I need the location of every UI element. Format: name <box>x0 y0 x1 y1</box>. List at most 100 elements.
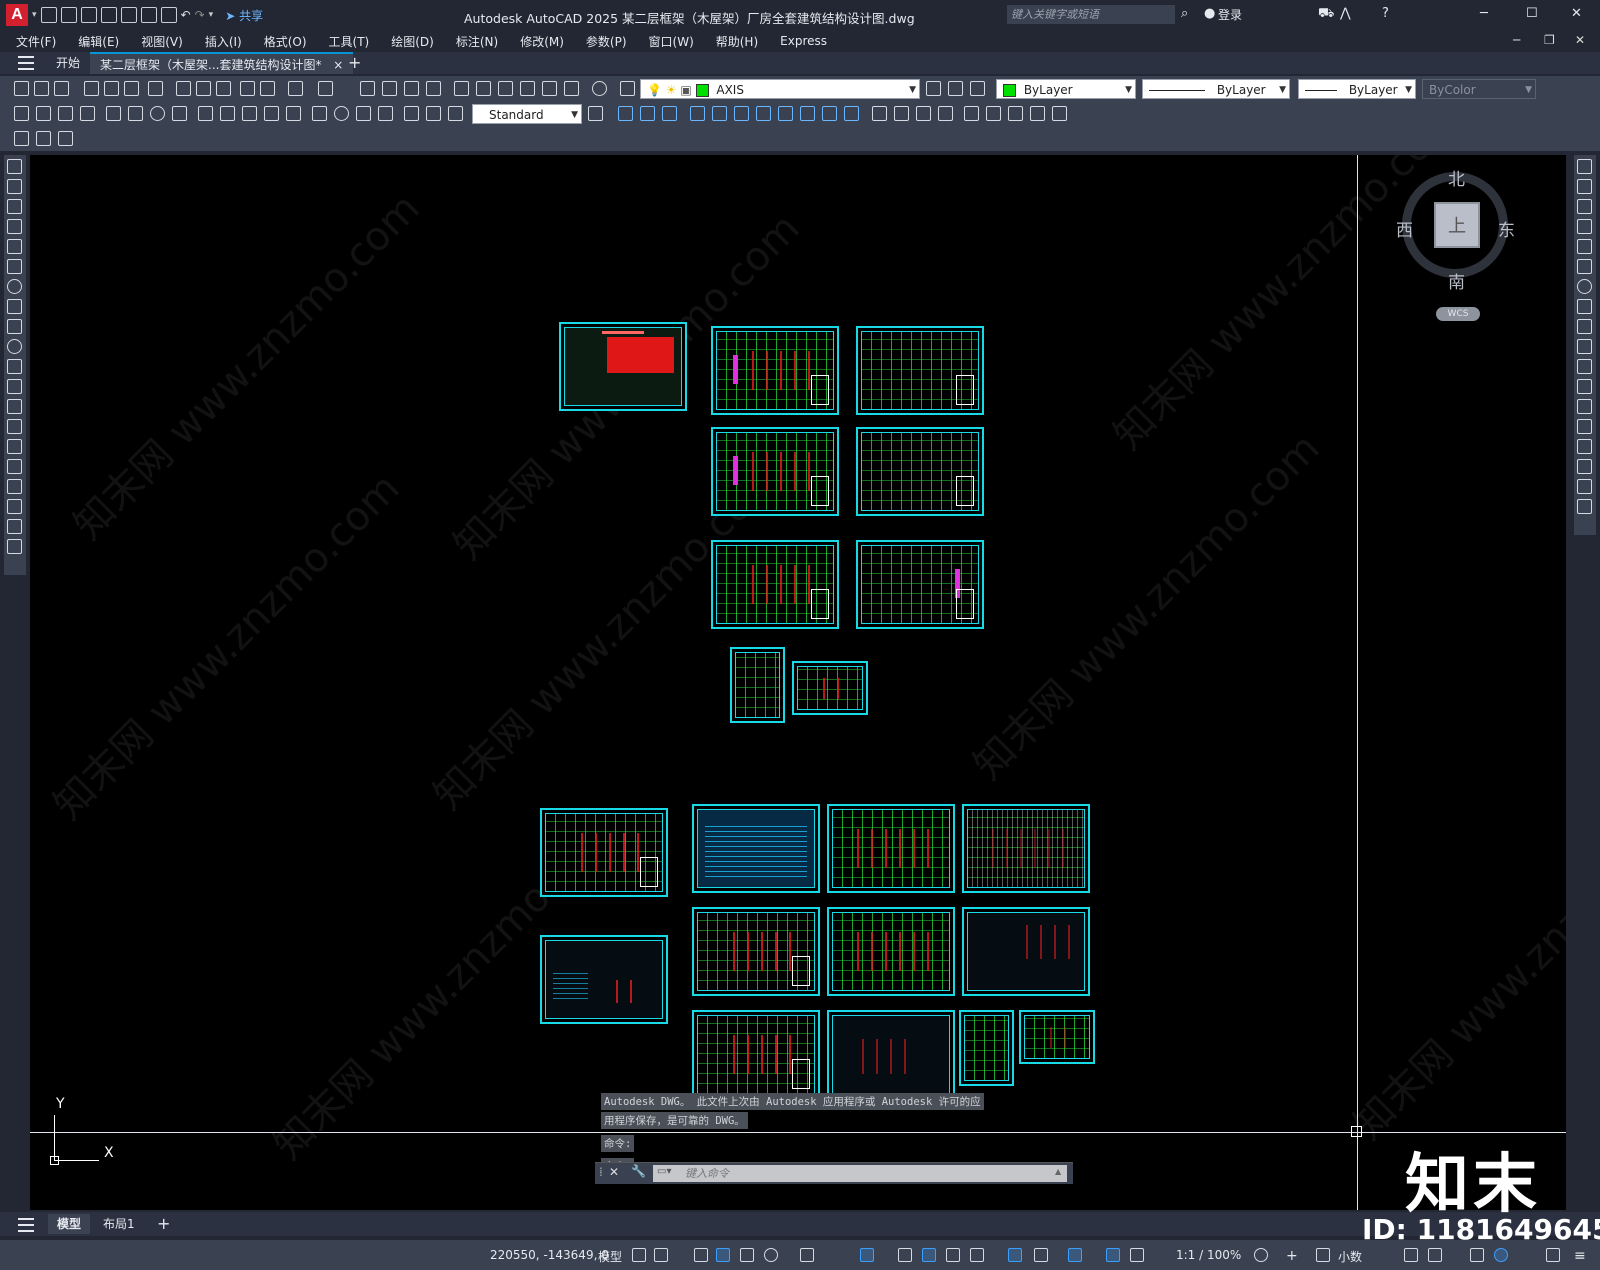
dim-space-icon[interactable] <box>264 106 279 121</box>
drawing-sheet[interactable] <box>692 907 820 996</box>
drawing-sheet[interactable] <box>730 647 785 723</box>
intersect-icon[interactable] <box>822 106 837 121</box>
zoom-realtime-icon[interactable] <box>382 81 397 96</box>
conceptual-icon[interactable] <box>938 106 953 121</box>
drawing-sheet[interactable] <box>962 804 1090 893</box>
minimize-icon[interactable]: ─ <box>1480 6 1488 21</box>
publish-icon[interactable] <box>124 81 139 96</box>
drawing-sheet[interactable] <box>827 1010 955 1099</box>
drawing-sheet[interactable] <box>711 427 839 516</box>
lock-ui-icon[interactable] <box>1428 1248 1442 1262</box>
layer-properties-icon[interactable] <box>620 81 635 96</box>
stretch-icon[interactable] <box>1577 319 1592 334</box>
design-center-icon[interactable] <box>476 81 491 96</box>
tolerance-icon[interactable] <box>312 106 327 121</box>
linetype-dropdown[interactable]: ByLayer ▼ <box>1142 79 1290 99</box>
dynamic-input-icon[interactable] <box>716 1248 730 1262</box>
3d-print-icon[interactable] <box>148 81 163 96</box>
tab-document[interactable]: 某二层框架（木屋架...套建筑结构设计图* × <box>90 52 354 74</box>
hamburger-menu-icon[interactable] <box>18 56 34 74</box>
user-icon[interactable]: ● <box>1204 6 1215 21</box>
clean-screen-icon[interactable] <box>1546 1248 1560 1262</box>
scale-icon[interactable] <box>1577 299 1592 314</box>
close-command-line-icon[interactable]: ✕ <box>609 1165 619 1179</box>
drawing-sheet[interactable] <box>962 907 1090 996</box>
ucs-previous-icon[interactable] <box>1008 106 1023 121</box>
aligned-dim-icon[interactable] <box>36 106 51 121</box>
drawing-sheet[interactable] <box>827 907 955 996</box>
dimstyle-manager-icon[interactable] <box>588 106 603 121</box>
sweep-icon[interactable] <box>734 106 749 121</box>
loft-icon[interactable] <box>756 106 771 121</box>
table-icon[interactable] <box>7 499 22 514</box>
menu-insert[interactable]: 插入(I) <box>205 33 242 50</box>
menu-dimension[interactable]: 标注(N) <box>456 33 498 50</box>
redo-icon[interactable] <box>318 81 333 96</box>
rectangle-icon[interactable] <box>7 239 22 254</box>
customize-wrench-icon[interactable]: 🔧 <box>631 1164 646 1178</box>
search-icon[interactable]: ⌕ <box>1181 6 1188 21</box>
color-dropdown[interactable]: ByLayer ▼ <box>996 79 1136 99</box>
grid-icon[interactable] <box>632 1248 646 1262</box>
infer-constraints-icon[interactable] <box>694 1248 708 1262</box>
revolve-icon[interactable] <box>712 106 727 121</box>
recent-commands-icon[interactable]: ▭▾ <box>657 1166 671 1177</box>
app-menu-chevron-icon[interactable]: ▾ <box>32 10 37 20</box>
doc-close-icon[interactable]: ✕ <box>1575 33 1585 47</box>
undo-icon[interactable] <box>288 81 303 96</box>
tab-start[interactable]: 开始 <box>46 52 90 74</box>
arc-icon[interactable] <box>7 259 22 274</box>
shaded-icon[interactable] <box>894 106 909 121</box>
history-toggle-icon[interactable]: ▲ <box>1055 1167 1061 1176</box>
make-current-layer-icon[interactable] <box>926 81 941 96</box>
pan-icon[interactable] <box>360 81 375 96</box>
layer-dropdown[interactable]: 💡 ☀ ▣ AXIS ▼ <box>640 79 920 99</box>
open-file-icon[interactable] <box>60 7 77 23</box>
block-insert-icon[interactable] <box>14 131 29 146</box>
transparency-icon[interactable] <box>922 1248 936 1262</box>
share-button[interactable]: ➤ 共享 <box>225 7 263 24</box>
visual-style-icon[interactable] <box>872 106 887 121</box>
export-icon[interactable] <box>120 7 137 23</box>
gradient-icon[interactable] <box>7 459 22 474</box>
autodesk-app-icon[interactable]: ⋀ <box>1340 6 1351 21</box>
join-icon[interactable] <box>1577 419 1592 434</box>
annotation-monitor-icon[interactable]: + <box>1286 1248 1298 1264</box>
annotation-scale[interactable]: 1:1 / 100% <box>1176 1248 1241 1262</box>
paste-icon[interactable] <box>216 81 231 96</box>
menu-draw[interactable]: 绘图(D) <box>391 33 434 50</box>
menu-parametric[interactable]: 参数(P) <box>586 33 627 50</box>
ucs-object-icon[interactable] <box>1052 106 1067 121</box>
drawing-sheet[interactable] <box>856 540 984 629</box>
plotstyle-dropdown[interactable]: ByColor ▼ <box>1422 79 1536 99</box>
ellipse-icon[interactable] <box>7 339 22 354</box>
dim-text-edit-icon[interactable] <box>426 106 441 121</box>
explode-icon[interactable] <box>1577 499 1592 514</box>
layer-state-icon[interactable] <box>970 81 985 96</box>
continue-dim-icon[interactable] <box>242 106 257 121</box>
inspection-icon[interactable] <box>356 106 371 121</box>
array-icon[interactable] <box>1577 239 1592 254</box>
diameter-dim-icon[interactable] <box>150 106 165 121</box>
block-write-icon[interactable] <box>58 131 73 146</box>
drawing-sheet[interactable] <box>792 661 868 715</box>
customize-chevron-icon[interactable]: ▾ <box>209 10 214 20</box>
viewcube-top-face[interactable]: 上 <box>1434 202 1480 248</box>
move-icon[interactable] <box>1577 259 1592 274</box>
ellipse-arc-icon[interactable] <box>7 359 22 374</box>
drawing-sheet[interactable] <box>540 935 668 1024</box>
drawing-sheet[interactable] <box>856 427 984 516</box>
jogged-linear-icon[interactable] <box>378 106 393 121</box>
properties-icon[interactable] <box>454 81 469 96</box>
drawing-sheet[interactable] <box>827 804 955 893</box>
sphere-icon[interactable] <box>640 106 655 121</box>
drawing-sheet[interactable] <box>959 1010 1014 1086</box>
drawing-sheet[interactable] <box>1019 1010 1095 1064</box>
units-icon[interactable] <box>1316 1248 1330 1262</box>
save-icon[interactable] <box>80 7 97 23</box>
chamfer-icon[interactable] <box>1577 439 1592 454</box>
save-icon[interactable] <box>54 81 69 96</box>
doc-restore-icon[interactable]: ❐ <box>1544 33 1555 47</box>
units-value[interactable]: 小数 <box>1338 1248 1362 1265</box>
insert-block-icon[interactable] <box>7 379 22 394</box>
